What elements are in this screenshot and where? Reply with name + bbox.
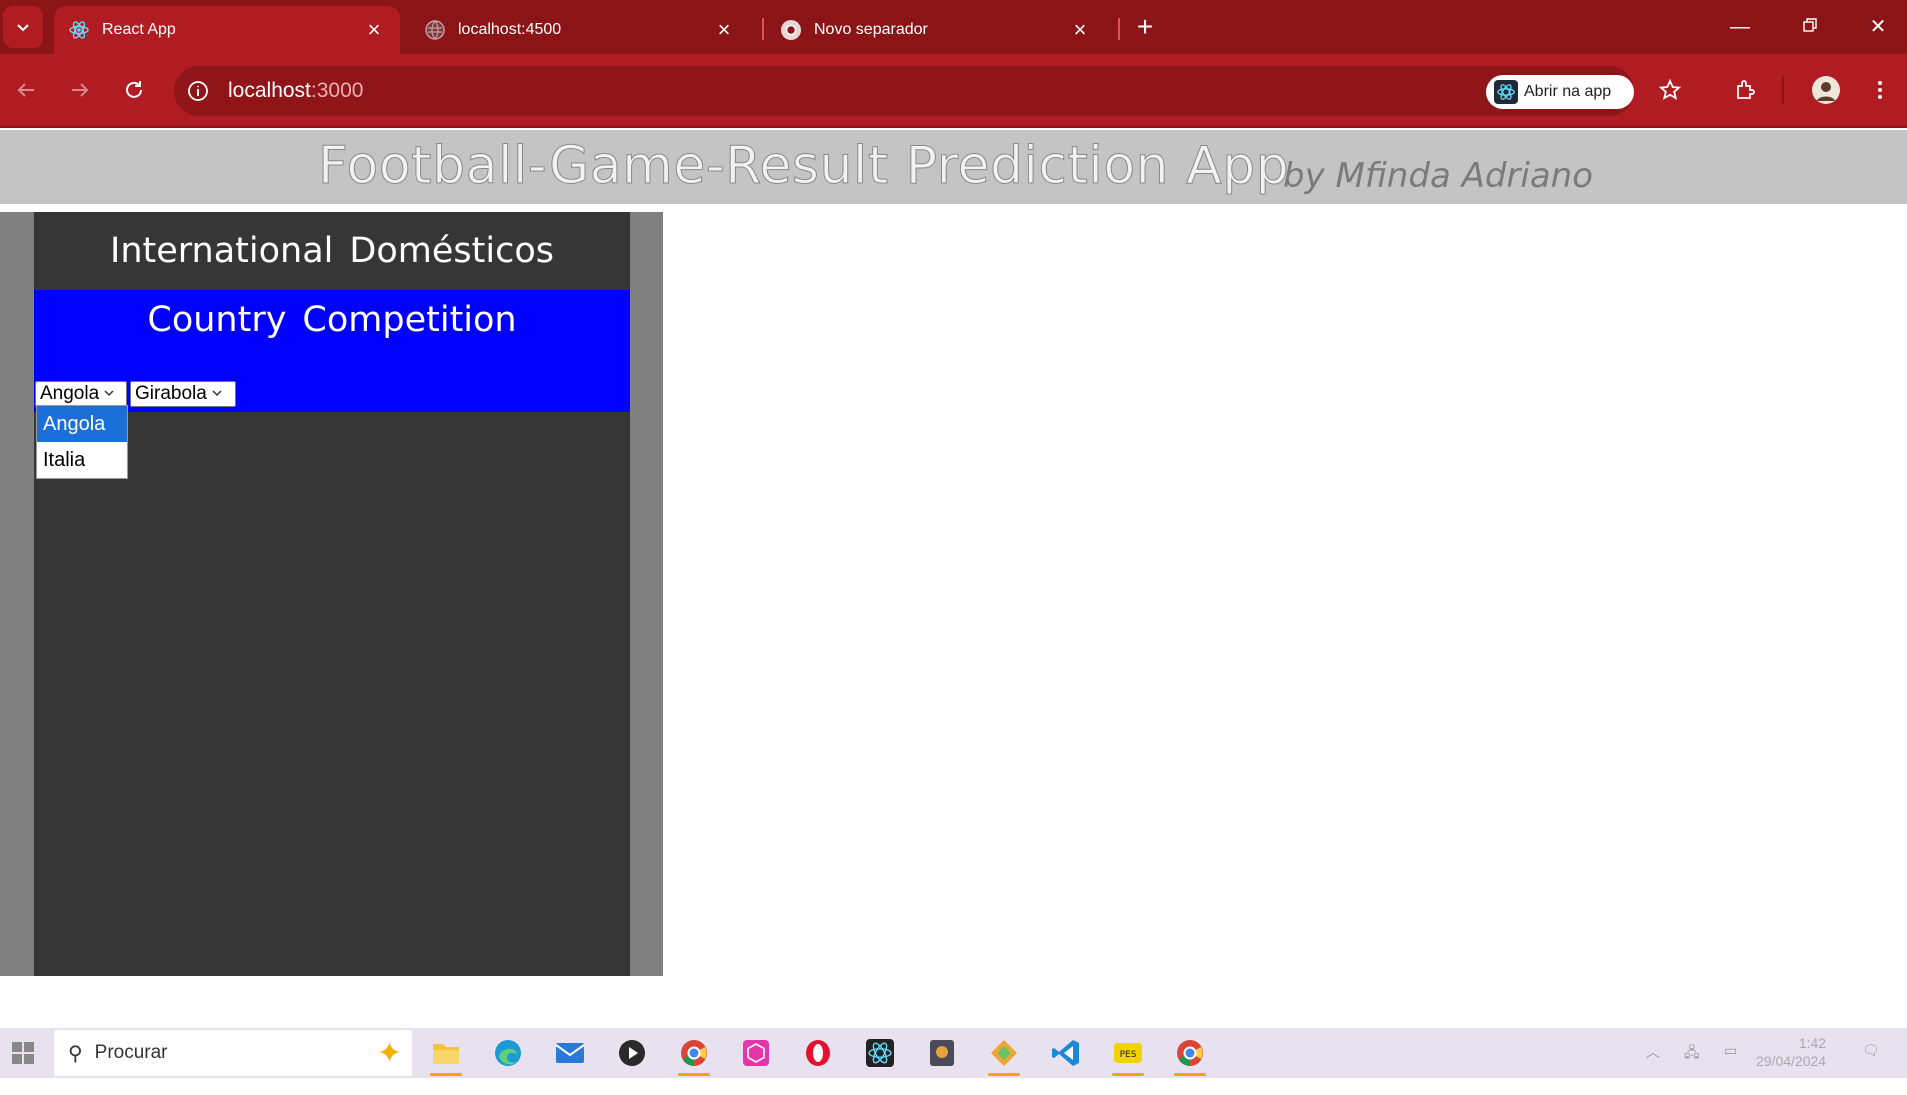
restore-button[interactable] — [1790, 10, 1830, 44]
tab-divider — [762, 18, 764, 40]
competition-select[interactable]: Girabola — [130, 381, 236, 407]
country-header: Country — [147, 300, 287, 340]
reload-button[interactable] — [116, 72, 152, 108]
chrome-taskbar-icon[interactable] — [672, 1034, 716, 1076]
clock-date: 29/04/2024 — [1756, 1053, 1827, 1069]
country-select-value: Angola — [40, 383, 100, 404]
filter-section: Country Competition Angola Girabola — [34, 290, 630, 412]
arrow-right-icon — [72, 83, 89, 97]
country-select[interactable]: Angola — [35, 381, 127, 407]
screen-bottom-strip — [0, 1078, 1907, 1095]
tab-title: React App — [102, 21, 176, 38]
copilot-sparkle-icon: ✦ — [376, 1037, 402, 1070]
mail-icon[interactable] — [548, 1034, 592, 1072]
address-bar[interactable]: localhost:3000 — [174, 66, 1634, 116]
globe-icon — [424, 19, 446, 41]
tab-domesticos[interactable]: Domésticos — [349, 231, 554, 271]
competition-select-value: Girabola — [135, 383, 207, 404]
tab-localhost-4500[interactable]: localhost:4500 × — [410, 6, 750, 54]
avatar-icon — [1812, 76, 1840, 104]
toolbar-divider — [1782, 76, 1784, 104]
opera-icon[interactable] — [796, 1034, 840, 1072]
profile-avatar[interactable] — [1808, 72, 1844, 108]
edge-browser-icon[interactable] — [486, 1034, 530, 1072]
notifications-icon[interactable]: 🗨 — [1862, 1042, 1880, 1059]
open-in-app-label: Abrir na app — [1524, 83, 1612, 100]
url-text: localhost:3000 — [228, 79, 364, 102]
reload-icon — [126, 81, 142, 98]
dropdown-option-angola[interactable]: Angola — [37, 406, 127, 442]
tab-new-tab-page[interactable]: Novo separador × — [766, 6, 1106, 54]
browser-tab-bar: React App × localhost:4500 × Novo separa… — [0, 0, 1907, 54]
arrow-left-icon — [17, 83, 34, 97]
country-dropdown-list: Angola Italia — [36, 405, 128, 479]
close-icon[interactable]: × — [362, 17, 386, 42]
tab-react-app[interactable]: React App × — [54, 6, 400, 54]
info-icon[interactable] — [186, 79, 210, 103]
dropdown-option-italia[interactable]: Italia — [37, 442, 127, 478]
vscode-icon[interactable] — [1044, 1034, 1088, 1072]
svg-text:PES: PES — [1120, 1050, 1137, 1060]
chrome-profile-icon[interactable] — [1168, 1034, 1212, 1076]
windows-start-button[interactable] — [12, 1042, 34, 1064]
windows-taskbar: ⚲ Procurar ✦ PES ︿ 🖧 ▭ 1:42 29/04/2024 🗨 — [0, 1028, 1907, 1078]
clock-time: 1:42 — [1798, 1035, 1827, 1051]
open-in-app-button[interactable]: Abrir na app — [1486, 75, 1634, 109]
app-title: Football-Game-Result Prediction App — [317, 136, 1290, 197]
new-tab-button[interactable]: + — [1130, 13, 1160, 42]
back-button[interactable] — [8, 72, 44, 108]
tab-title: localhost:4500 — [458, 21, 562, 38]
react-icon — [68, 19, 90, 41]
taskbar-search[interactable]: ⚲ Procurar ✦ — [54, 1030, 412, 1076]
chevron-up-icon[interactable]: ︿ — [1646, 1042, 1660, 1062]
react-devtools-icon[interactable] — [858, 1034, 902, 1072]
taskbar-search-placeholder: Procurar — [94, 1042, 168, 1063]
competition-type-tabs: International Domésticos — [34, 212, 630, 290]
file-explorer-icon[interactable] — [424, 1034, 468, 1076]
git-app-icon[interactable] — [982, 1034, 1026, 1076]
tab-international[interactable]: International — [110, 231, 333, 271]
side-panel: International Domésticos Country Competi… — [34, 212, 630, 976]
network-icon[interactable]: 🖧 — [1684, 1042, 1700, 1066]
close-icon[interactable]: × — [712, 17, 736, 42]
media-player-icon[interactable] — [610, 1034, 654, 1072]
tab-title: Novo separador — [814, 21, 928, 38]
tab-divider — [1118, 18, 1120, 40]
restore-icon — [1803, 18, 1817, 32]
system-clock[interactable]: 1:42 29/04/2024 — [1756, 1034, 1826, 1070]
forward-button[interactable] — [62, 72, 98, 108]
chevron-down-icon — [211, 387, 223, 402]
graphql-app-icon[interactable] — [734, 1034, 778, 1072]
minimize-button[interactable]: — — [1720, 10, 1760, 44]
star-icon — [1658, 78, 1682, 100]
pes-game-icon[interactable]: PES — [1106, 1034, 1150, 1076]
badge-app-icon[interactable] — [920, 1034, 964, 1072]
react-icon — [1494, 80, 1518, 104]
close-window-button[interactable]: ✕ — [1858, 10, 1898, 44]
battery-icon[interactable]: ▭ — [1724, 1042, 1737, 1059]
app-author: by Mfinda Adriano — [1283, 156, 1594, 196]
extensions-button[interactable] — [1728, 72, 1764, 108]
puzzle-icon — [1737, 80, 1755, 99]
tab-search-button[interactable] — [3, 6, 43, 48]
filter-headers: Country Competition — [34, 300, 630, 340]
chevron-down-icon — [103, 387, 115, 402]
more-vertical-icon — [1878, 81, 1882, 99]
chevron-down-icon — [17, 24, 29, 32]
search-icon: ⚲ — [68, 1042, 83, 1065]
menu-button[interactable] — [1862, 72, 1898, 108]
bookmark-button[interactable] — [1652, 72, 1688, 108]
chrome-icon — [780, 19, 802, 41]
competition-header: Competition — [302, 300, 517, 340]
close-icon[interactable]: × — [1068, 17, 1092, 42]
app-header: Football-Game-Result Prediction App by M… — [0, 130, 1907, 204]
